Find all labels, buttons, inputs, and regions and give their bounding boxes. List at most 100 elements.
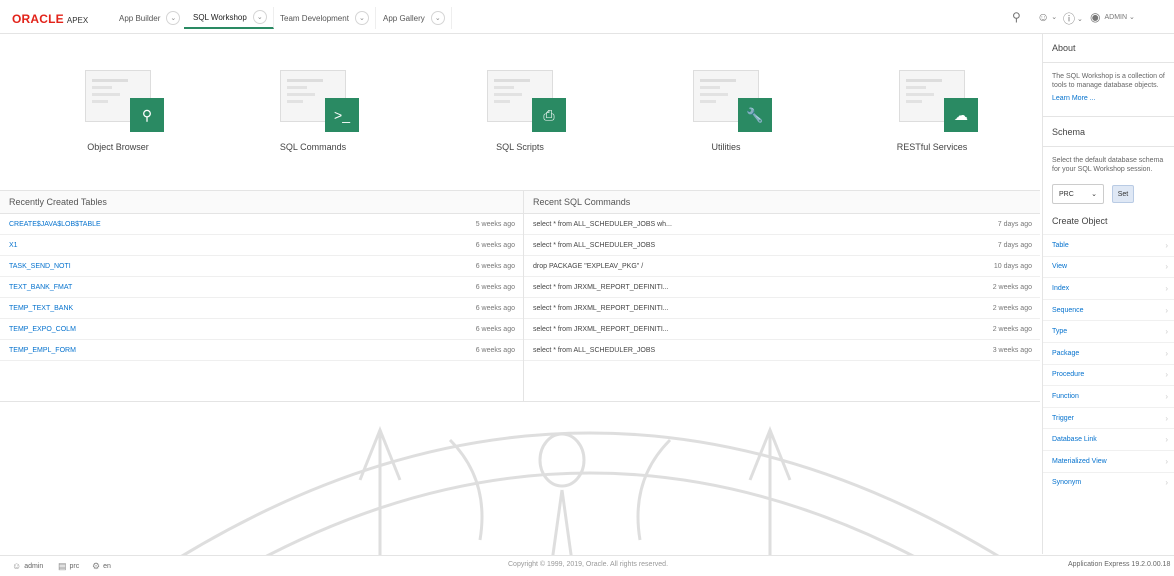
table-created-age: 6 weeks ago [475, 262, 515, 270]
tab-sql-workshop[interactable]: SQL Workshop ⌄ [184, 7, 274, 29]
avatar-icon: ◉ [1090, 10, 1101, 24]
create-object-label: Materialized View [1052, 457, 1107, 465]
table-name-link[interactable]: CREATE$JAVA$LOB$TABLE [9, 221, 101, 228]
chevron-right-icon: › [1165, 413, 1168, 423]
tab-app-gallery[interactable]: App Gallery ⌄ [374, 7, 452, 29]
tab-app-builder[interactable]: App Builder ⌄ [110, 7, 188, 29]
command-row[interactable]: select * from JRXML_REPORT_DEFINITI... 2 … [524, 298, 1040, 319]
sql-command-text[interactable]: drop PACKAGE "EXPLEAV_PKG" / [533, 263, 643, 270]
chevron-down-icon[interactable]: ⌄ [430, 11, 445, 25]
database-icon: ▤ [58, 561, 67, 571]
schema-select[interactable]: PRC ⌄ [1052, 184, 1104, 204]
table-name-link[interactable]: TASK_SEND_NOTI [9, 263, 71, 270]
chevron-down-icon[interactable]: ⌄ [252, 10, 267, 24]
create-object-item[interactable]: View › [1043, 255, 1174, 278]
create-object-item[interactable]: Procedure › [1043, 363, 1174, 386]
chevron-right-icon: › [1165, 262, 1168, 272]
card-utilities[interactable]: 🔧 Utilities [666, 70, 786, 152]
table-name-link[interactable]: X1 [9, 242, 18, 249]
tab-label: App Builder [119, 13, 161, 23]
terminal-icon: >_ [325, 98, 359, 132]
footer-language[interactable]: ⚙ en [92, 561, 111, 572]
footer-schema-label: prc [69, 563, 80, 570]
learn-more-link[interactable]: Learn More ... [1043, 95, 1174, 102]
table-created-age: 6 weeks ago [475, 346, 515, 354]
card-sql-scripts[interactable]: ⎙ SQL Scripts [460, 70, 580, 152]
command-row[interactable]: drop PACKAGE "EXPLEAV_PKG" / 10 days ago [524, 256, 1040, 277]
command-age: 2 weeks ago [992, 283, 1032, 291]
card-label: RESTful Services [896, 142, 968, 152]
sql-command-text[interactable]: select * from ALL_SCHEDULER_JOBS wh... [533, 221, 672, 228]
create-object-item[interactable]: Index › [1043, 277, 1174, 299]
table-row: X1 6 weeks ago [0, 235, 523, 256]
create-object-item[interactable]: Function › [1043, 385, 1174, 407]
create-object-item[interactable]: Table › [1043, 234, 1174, 256]
chevron-down-icon: ⌄ [1077, 15, 1083, 23]
card-restful-services[interactable]: ☁ RESTful Services [872, 70, 992, 152]
about-text: The SQL Workshop is a collection of tool… [1052, 73, 1165, 89]
table-name-link[interactable]: TEMP_EXPO_COLM [9, 326, 76, 333]
footer-user[interactable]: ☺ admin [12, 561, 43, 571]
card-sql-commands[interactable]: >_ SQL Commands [253, 70, 373, 152]
create-object-item[interactable]: Synonym › [1043, 471, 1174, 494]
command-row[interactable]: select * from ALL_SCHEDULER_JOBS 7 days a… [524, 235, 1040, 256]
chevron-down-icon: ⌄ [1091, 191, 1097, 198]
set-schema-button[interactable]: Set [1112, 185, 1134, 203]
sql-command-text[interactable]: select * from ALL_SCHEDULER_JOBS [533, 347, 655, 354]
sql-command-text[interactable]: select * from JRXML_REPORT_DEFINITI... [533, 284, 669, 291]
top-navigation-bar: ORACLE APEX App Builder ⌄ SQL Workshop ⌄… [0, 0, 1174, 34]
footer: ☺ admin ▤ prc ⚙ en Copyright © 1999, 201… [0, 555, 1174, 576]
chevron-right-icon: › [1165, 327, 1168, 337]
command-row[interactable]: select * from ALL_SCHEDULER_JOBS 3 weeks … [524, 340, 1040, 361]
recent-tables-region: Recently Created Tables CREATE$JAVA$LOB$… [0, 190, 524, 402]
search-icon[interactable]: ⚲ [1012, 10, 1021, 24]
chevron-right-icon: › [1165, 283, 1168, 293]
create-object-item[interactable]: Trigger › [1043, 406, 1174, 429]
command-row[interactable]: select * from ALL_SCHEDULER_JOBS wh... 7 … [524, 214, 1040, 235]
create-object-item[interactable]: Materialized View › [1043, 449, 1174, 472]
table-row: TASK_SEND_NOTI 6 weeks ago [0, 256, 523, 277]
region-title: Recently Created Tables [0, 191, 523, 214]
create-object-item[interactable]: Package › [1043, 341, 1174, 364]
chevron-right-icon: › [1165, 435, 1168, 445]
card-label: SQL Commands [279, 142, 347, 152]
tab-team-development[interactable]: Team Development ⌄ [271, 7, 376, 29]
command-age: 2 weeks ago [992, 304, 1032, 312]
table-name-link[interactable]: TEMP_TEXT_BANK [9, 305, 73, 312]
command-row[interactable]: select * from JRXML_REPORT_DEFINITI... 2 … [524, 277, 1040, 298]
create-object-label: Function [1052, 392, 1079, 400]
table-row: TEXT_BANK_FMAT 6 weeks ago [0, 277, 523, 298]
command-row[interactable]: select * from JRXML_REPORT_DEFINITI... 2 … [524, 319, 1040, 340]
logo-brand: ORACLE [12, 12, 64, 26]
question-circle-icon: ⓘ [1063, 12, 1076, 26]
recent-commands-region: Recent SQL Commands select * from ALL_SC… [524, 190, 1040, 402]
sql-command-text[interactable]: select * from JRXML_REPORT_DEFINITI... [533, 305, 669, 312]
table-name-link[interactable]: TEXT_BANK_FMAT [9, 284, 72, 291]
oracle-apex-logo[interactable]: ORACLE APEX [12, 12, 88, 26]
card-thumbnail: >_ [280, 70, 359, 132]
chevron-right-icon: › [1165, 240, 1168, 250]
create-object-item[interactable]: Database Link › [1043, 428, 1174, 450]
create-object-label: Table [1052, 241, 1069, 249]
chevron-right-icon: › [1165, 456, 1168, 466]
cloud-upload-icon: ☁ [944, 98, 978, 132]
help-icon[interactable]: ⓘ ⌄ [1063, 10, 1083, 27]
user-menu-icon[interactable]: ☺ ⌄ [1037, 10, 1057, 24]
chevron-down-icon[interactable]: ⌄ [166, 11, 181, 25]
admin-menu[interactable]: ◉ ADMIN ⌄ [1090, 10, 1135, 24]
chevron-right-icon: › [1165, 478, 1168, 488]
table-name-link[interactable]: TEMP_EMPL_FORM [9, 347, 76, 354]
tab-label: Team Development [280, 13, 349, 23]
table-row: TEMP_EMPL_FORM 6 weeks ago [0, 340, 523, 361]
admin-label: ADMIN [1104, 13, 1128, 21]
create-object-label: Type [1052, 328, 1068, 336]
chevron-down-icon: ⌄ [1051, 14, 1058, 21]
sql-command-text[interactable]: select * from ALL_SCHEDULER_JOBS [533, 242, 655, 249]
footer-schema[interactable]: ▤ prc [58, 561, 79, 572]
create-object-item[interactable]: Type › [1043, 320, 1174, 342]
sql-command-text[interactable]: select * from JRXML_REPORT_DEFINITI... [533, 326, 669, 333]
globe-icon: ⚙ [92, 561, 101, 571]
create-object-item[interactable]: Sequence › [1043, 298, 1174, 321]
chevron-down-icon[interactable]: ⌄ [354, 11, 369, 25]
card-object-browser[interactable]: ⚲ Object Browser [58, 70, 178, 152]
